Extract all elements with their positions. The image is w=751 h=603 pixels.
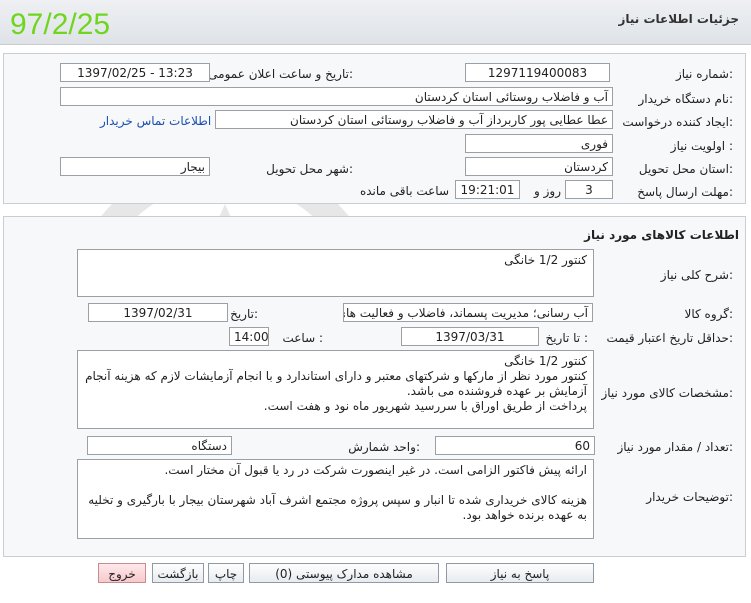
reply-button[interactable]: پاسخ به نیاز xyxy=(446,563,594,583)
unit-field: دستگاه xyxy=(87,436,232,455)
notes-line: به عهده برنده خواهد بود. xyxy=(462,508,587,522)
time-field: 14:00 xyxy=(229,327,269,346)
remaining-label: ساعت باقی مانده xyxy=(359,184,449,198)
back-button[interactable]: بازگشت xyxy=(152,563,204,583)
specs-line: کنتور مورد نظر از مارکها و شرکتهای معتبر… xyxy=(85,369,587,383)
buyer-notes-field: ارائه پیش فاکتور الزامی است. در غیر اینص… xyxy=(77,459,594,539)
deadline-label: مهلت ارسال پاسخ: xyxy=(637,185,733,199)
goods-section-title: اطلاعات کالاهای مورد نیاز xyxy=(584,228,739,242)
need-date-field: 1397/02/31 xyxy=(88,303,228,322)
page-title: جزئیات اطلاعات نیاز xyxy=(618,12,739,26)
until-date-field: 1397/03/31 xyxy=(401,327,539,346)
notes-line: ارائه پیش فاکتور الزامی است. در غیر اینص… xyxy=(164,463,587,477)
print-button[interactable]: چاپ xyxy=(208,563,244,583)
buyer-contact-link[interactable]: اطلاعات تماس خریدار xyxy=(100,114,211,128)
priority-label: اولویت نیاز : xyxy=(670,139,733,153)
notes-line xyxy=(84,478,587,493)
buyer-org-label: نام دستگاه خریدار: xyxy=(638,92,734,106)
time-label: ساعت : xyxy=(282,331,323,345)
need-number-label: شماره نیاز: xyxy=(675,67,733,81)
province-label: استان محل تحویل: xyxy=(638,162,733,176)
buyer-org-field: آب و فاضلاب روستائی استان کردستان xyxy=(60,87,613,106)
announce-field: 1397/02/25 - 13:23 xyxy=(60,63,210,82)
buyer-notes-label: توضیحات خریدار: xyxy=(646,490,733,504)
announce-label: تاریخ و ساعت اعلان عمومی: xyxy=(208,67,353,81)
general-desc-field: کنتور 1/2 خانگی xyxy=(77,249,594,297)
specs-line: آزمایش بر عهده فروشنده می باشد. xyxy=(406,384,587,398)
qty-label: تعداد / مقدار مورد نیاز: xyxy=(617,440,733,454)
time-remaining-field: 19:21:01 xyxy=(455,180,520,199)
days-label: روز و xyxy=(534,184,561,198)
creator-field: عطا عطایی پور کاربرداز آب و فاضلاب روستا… xyxy=(215,110,613,129)
specs-line: کنتور 1/2 خانگی xyxy=(504,354,587,368)
city-field: بیجار xyxy=(60,157,210,176)
specs-field: کنتور 1/2 خانگی کنتور مورد نظر از مارکها… xyxy=(77,350,594,429)
min-validity-label: حداقل تاریخ اعتبار قیمت: xyxy=(606,331,733,345)
days-field: 3 xyxy=(565,180,613,199)
specs-line: پرداخت از طریق اوراق با سررسید شهریور ما… xyxy=(263,399,587,413)
group-field: آب رسانی؛ مدیریت پسماند، فاضلاب و فعالیت… xyxy=(343,303,593,322)
need-number-field: 1297119400083 xyxy=(465,63,610,82)
general-desc-label: شرح کلی نیاز: xyxy=(660,268,733,282)
city-label: شهر محل تحویل: xyxy=(266,162,353,176)
attachments-button[interactable]: مشاهده مدارک پیوستی (0) xyxy=(249,563,439,583)
province-field: کردستان xyxy=(465,157,613,176)
title-bar: 97/2/25 جزئیات اطلاعات نیاز xyxy=(0,0,751,45)
qty-field: 60 xyxy=(435,436,595,455)
unit-label: واحد شمارش: xyxy=(348,440,420,454)
priority-field: فوری xyxy=(465,134,613,153)
until-date-label: تا تاریخ : xyxy=(545,331,588,345)
exit-button[interactable]: خروج xyxy=(98,563,146,583)
notes-line: هزینه کالای خریداری شده تا انبار و سپس پ… xyxy=(88,493,587,507)
group-label: گروه کالا: xyxy=(684,307,734,321)
date-stamp: 97/2/25 xyxy=(10,8,111,41)
creator-label: ایجاد کننده درخواست: xyxy=(622,115,733,129)
specs-label: مشخصات کالای مورد نیاز: xyxy=(601,386,733,400)
